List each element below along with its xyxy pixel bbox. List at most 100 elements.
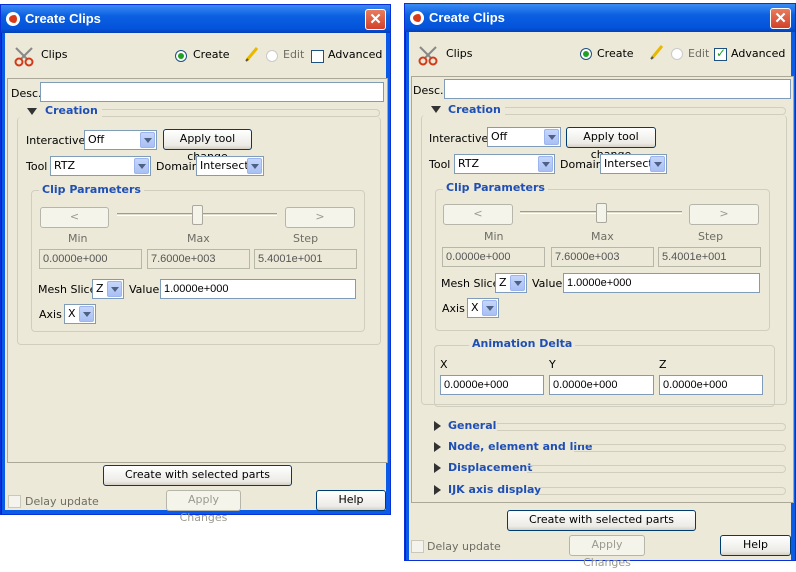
app-logo-icon <box>410 11 424 25</box>
axis-select[interactable]: X <box>64 304 96 324</box>
delay-update-checkbox[interactable] <box>8 495 21 508</box>
x-label: X <box>440 358 448 371</box>
chevron-down-icon <box>544 129 559 145</box>
domain-label: Domain <box>560 158 603 171</box>
interactive-select[interactable]: Off <box>84 130 157 150</box>
creation-heading[interactable]: Creation <box>45 104 98 117</box>
section-node-element-line[interactable]: Node, element and line <box>448 440 592 453</box>
section-divider <box>527 465 786 473</box>
interactive-select[interactable]: Off <box>487 127 561 147</box>
edit-radio[interactable] <box>266 50 278 62</box>
close-button[interactable]: ✕ <box>770 8 791 29</box>
mesh-slice-value: Z <box>96 282 104 295</box>
prev-button[interactable]: < <box>40 207 109 228</box>
axis-label: Axis <box>442 302 465 315</box>
edit-label: Edit <box>688 47 710 60</box>
domain-select[interactable]: Intersect <box>600 154 667 174</box>
axis-value: X <box>471 301 479 314</box>
mesh-slice-value: Z <box>499 276 507 289</box>
section-ijk-axis-display[interactable]: IJK axis display <box>448 483 541 496</box>
y-label: Y <box>549 358 556 371</box>
create-radio[interactable] <box>175 50 187 62</box>
desc-label: Desc. <box>11 87 42 100</box>
max-field <box>551 247 654 267</box>
close-button[interactable]: ✕ <box>365 9 386 30</box>
create-with-selected-parts-button[interactable]: Create with selected parts <box>507 510 696 531</box>
value-input[interactable] <box>563 273 760 293</box>
section-general[interactable]: General <box>448 419 496 432</box>
desc-input[interactable] <box>40 82 384 102</box>
min-field <box>442 247 545 267</box>
axis-value: X <box>68 307 76 320</box>
value-input[interactable] <box>160 279 356 299</box>
chevron-down-icon <box>510 275 525 291</box>
animation-delta-heading: Animation Delta <box>469 337 576 350</box>
collapsed-triangle-icon[interactable] <box>434 463 441 473</box>
y-delta-input[interactable] <box>549 375 654 395</box>
chevron-down-icon <box>140 132 155 148</box>
domain-label: Domain <box>156 160 199 173</box>
creation-divider <box>102 109 380 117</box>
section-displacement[interactable]: Displacement <box>448 461 533 474</box>
dialog-client: Clips Create Edit Advanced Desc. Creatio… <box>5 33 388 524</box>
edit-radio[interactable] <box>671 48 683 60</box>
apply-changes-button[interactable]: Apply Changes <box>569 535 645 569</box>
apply-tool-change-button[interactable]: Apply tool change <box>566 127 656 161</box>
title-bar[interactable]: Create Clips ✕ <box>405 4 795 32</box>
chevron-down-icon <box>650 156 665 172</box>
advanced-checkbox[interactable] <box>311 50 324 63</box>
desc-input[interactable] <box>444 79 791 99</box>
max-label: Max <box>591 230 614 243</box>
expand-triangle-icon[interactable] <box>431 106 441 113</box>
tool-label: Tool <box>429 158 451 171</box>
app-logo-icon <box>6 12 20 26</box>
x-delta-input[interactable] <box>440 375 544 395</box>
z-label: Z <box>659 358 667 371</box>
value-slider-thumb[interactable] <box>192 205 203 225</box>
min-label: Min <box>68 232 88 245</box>
create-label: Create <box>597 47 634 60</box>
title-bar[interactable]: Create Clips ✕ <box>1 5 390 33</box>
apply-changes-button[interactable]: Apply Changes <box>166 490 241 524</box>
pencil-icon <box>245 46 259 62</box>
tool-select[interactable]: RTZ <box>454 154 555 174</box>
domain-select[interactable]: Intersect <box>196 156 264 176</box>
help-button[interactable]: Help <box>720 535 791 556</box>
next-button[interactable]: > <box>689 204 759 225</box>
section-divider <box>497 423 786 431</box>
z-delta-input[interactable] <box>659 375 763 395</box>
creation-divider <box>505 107 786 115</box>
help-button[interactable]: Help <box>316 490 386 511</box>
advanced-checkbox[interactable] <box>714 46 727 61</box>
apply-tool-change-button[interactable]: Apply tool change <box>163 129 252 163</box>
tool-select[interactable]: RTZ <box>50 156 151 176</box>
chevron-down-icon <box>247 158 262 174</box>
mesh-slice-select[interactable]: Z <box>92 279 124 299</box>
step-label: Step <box>293 232 319 245</box>
create-radio[interactable] <box>580 48 592 60</box>
create-with-selected-parts-button[interactable]: Create with selected parts <box>103 465 292 486</box>
clip-parameters-heading: Clip Parameters <box>39 183 144 196</box>
scissors-icon <box>13 45 35 67</box>
collapsed-triangle-icon[interactable] <box>434 442 441 452</box>
prev-button[interactable]: < <box>443 204 513 225</box>
delay-update-checkbox[interactable] <box>411 540 424 553</box>
max-field <box>147 249 250 269</box>
chevron-down-icon <box>79 306 94 322</box>
collapsed-triangle-icon[interactable] <box>434 485 441 495</box>
chevron-down-icon <box>482 300 497 316</box>
window-title: Create Clips <box>429 10 505 25</box>
interactive-label: Interactive <box>26 134 86 147</box>
pencil-icon <box>650 44 664 60</box>
mesh-slice-select[interactable]: Z <box>495 273 527 293</box>
step-field <box>254 249 357 269</box>
section-divider <box>574 444 786 452</box>
collapsed-triangle-icon[interactable] <box>434 421 441 431</box>
window-title: Create Clips <box>25 11 101 26</box>
mesh-slice-label: Mesh Slice <box>441 277 500 290</box>
expand-triangle-icon[interactable] <box>27 108 37 115</box>
axis-select[interactable]: X <box>467 298 499 318</box>
next-button[interactable]: > <box>285 207 355 228</box>
value-slider-thumb[interactable] <box>596 203 607 223</box>
domain-value: Intersect <box>604 157 653 170</box>
